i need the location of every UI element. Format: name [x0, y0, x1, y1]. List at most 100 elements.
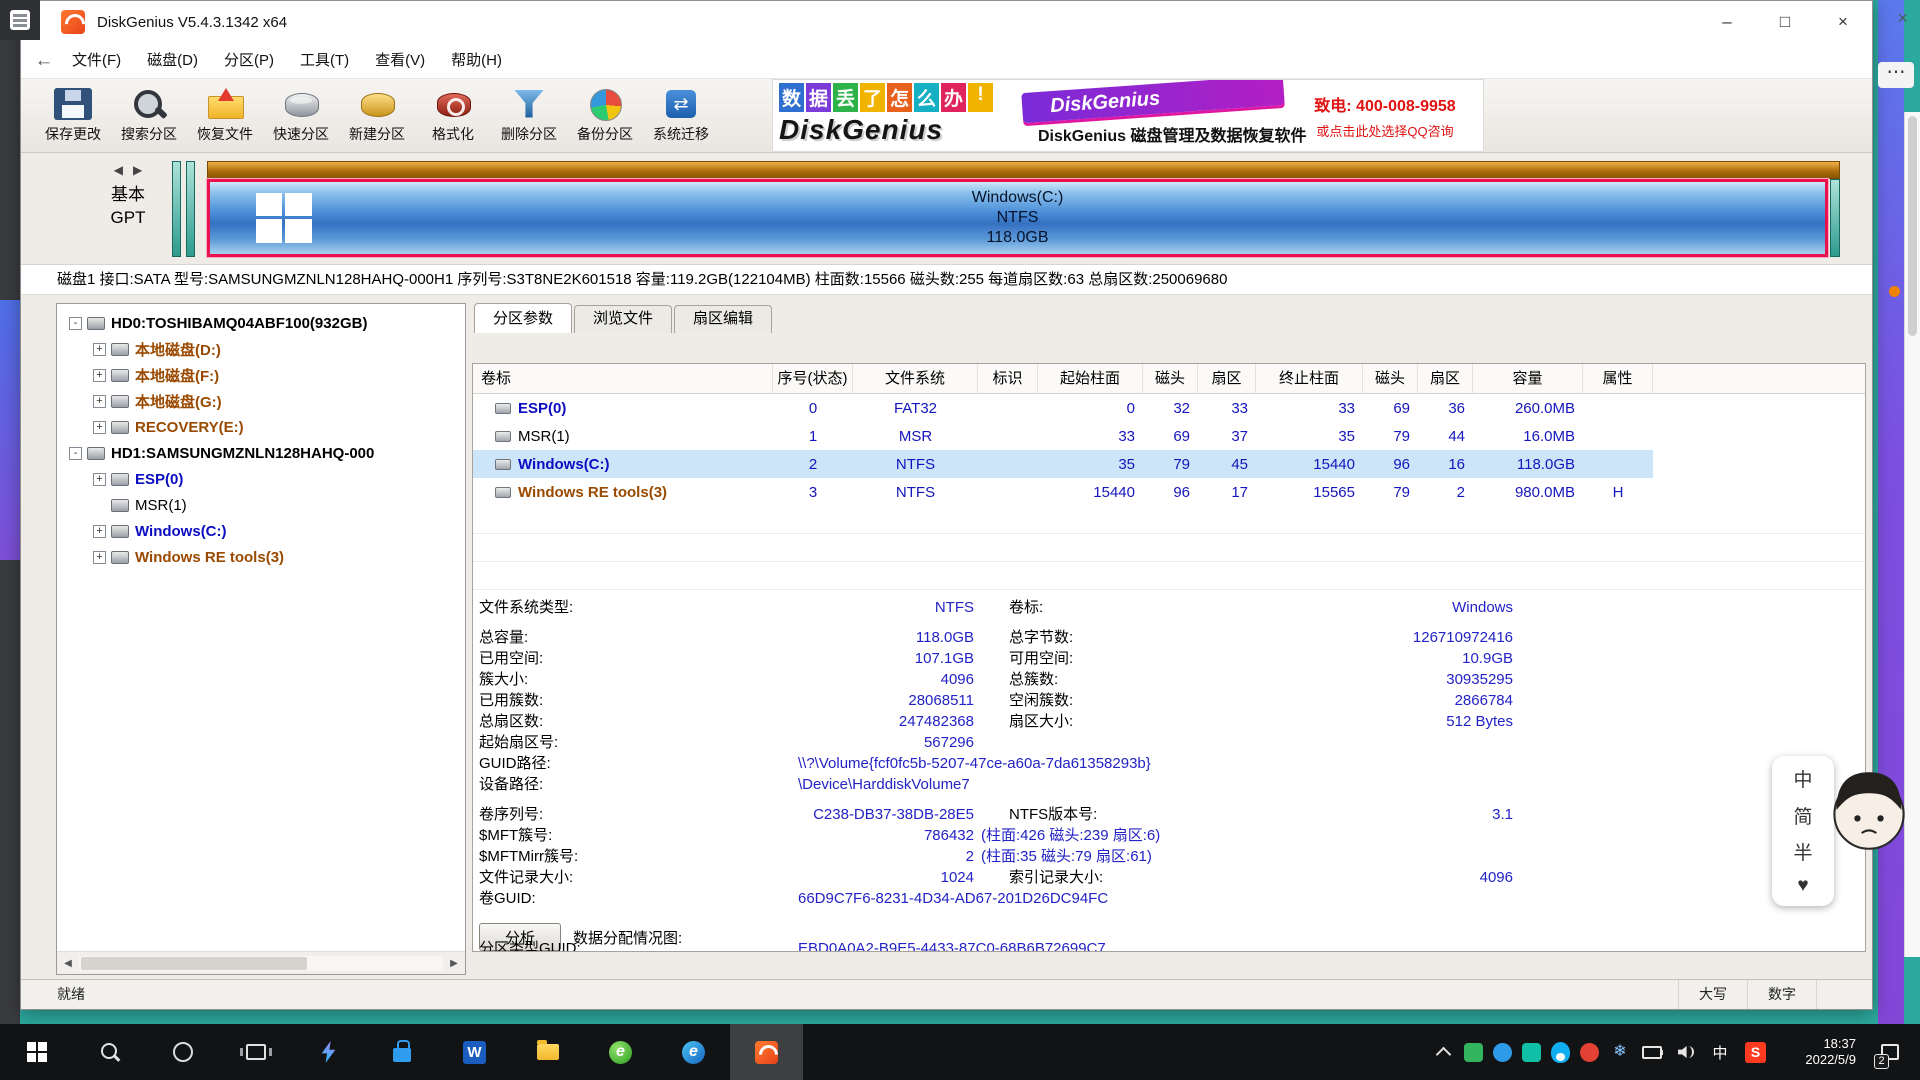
partition-windows-c-bar[interactable]: Windows(C:) NTFS 118.0GB: [207, 179, 1828, 257]
toolbar-button-backup[interactable]: 备份分区: [567, 79, 643, 152]
menu-item[interactable]: 帮助(H): [438, 44, 515, 78]
table-header-cell[interactable]: 序号(状态): [773, 364, 853, 393]
tree-hscrollbar[interactable]: ◀ ▶: [57, 951, 465, 974]
back-arrow-icon[interactable]: ←: [29, 50, 59, 72]
tab[interactable]: 扇区编辑: [674, 305, 772, 333]
toolbar-button-recover[interactable]: 恢复文件: [187, 79, 263, 152]
taskbar-app-word[interactable]: W: [438, 1024, 511, 1080]
toolbar-button-save[interactable]: 保存更改: [35, 79, 111, 152]
taskbar-app-explorer[interactable]: [511, 1024, 584, 1080]
toolbar-button-format[interactable]: 格式化: [415, 79, 491, 152]
table-header-cell[interactable]: 扇区: [1418, 364, 1473, 393]
menu-item[interactable]: 文件(F): [59, 44, 134, 78]
partition-row[interactable]: MSR(1) 1 MSR 33 69 37 35 79 44 16.0MB: [473, 422, 1653, 450]
input-method-state[interactable]: 半: [1793, 838, 1812, 865]
toolbar-button-new[interactable]: 新建分区: [339, 79, 415, 152]
tray-icon-qq[interactable]: [1551, 1042, 1570, 1063]
tree-item[interactable]: + Windows RE tools(3): [57, 544, 465, 570]
tray-icon-appgreen[interactable]: [1464, 1043, 1483, 1062]
tray-icon-battery[interactable]: [1641, 1041, 1663, 1063]
expand-toggle-icon[interactable]: +: [93, 551, 106, 564]
tray-icon-volume[interactable]: [1673, 1041, 1695, 1063]
taskbar-app-lightning[interactable]: [292, 1024, 365, 1080]
table-header-cell[interactable]: 扇区: [1198, 364, 1256, 393]
taskbar-app-tsearch[interactable]: [73, 1024, 146, 1080]
scrollbar-thumb[interactable]: [1908, 116, 1917, 336]
menu-item[interactable]: 分区(P): [211, 44, 287, 78]
taskbar-app-taskview[interactable]: [219, 1024, 292, 1080]
taskbar-app-diskgenius[interactable]: [730, 1024, 803, 1080]
minimize-button[interactable]: –: [1698, 1, 1756, 43]
partition-re-tools-bar[interactable]: [1830, 179, 1840, 257]
tree-item[interactable]: + 本地磁盘(F:): [57, 362, 465, 388]
taskbar-app-store[interactable]: [365, 1024, 438, 1080]
tab[interactable]: 浏览文件: [574, 305, 672, 333]
sogou-icon[interactable]: S: [1745, 1042, 1766, 1063]
expand-toggle-icon[interactable]: +: [93, 395, 106, 408]
ad-qq-link[interactable]: 或点击此处选择QQ咨询: [1287, 121, 1483, 140]
menu-item[interactable]: 查看(V): [362, 44, 438, 78]
ad-banner[interactable]: 数据丢了怎么办! DiskGenius DiskGenius DiskGeniu…: [772, 79, 1484, 152]
scroll-left-icon[interactable]: ◀: [57, 958, 79, 969]
menu-item[interactable]: 工具(T): [287, 44, 362, 78]
title-bar[interactable]: DiskGenius V5.4.3.1342 x64 – □ ×: [21, 1, 1872, 43]
taskbar-app-start[interactable]: [0, 1024, 73, 1080]
close-button[interactable]: ×: [1814, 1, 1872, 43]
scroll-thumb[interactable]: [81, 957, 307, 970]
menu-item[interactable]: 磁盘(D): [134, 44, 211, 78]
partition-row[interactable]: Windows(C:) 2 NTFS 35 79 45 15440 96 16 …: [473, 450, 1653, 478]
input-method-state[interactable]: ♥: [1797, 875, 1808, 897]
taskbar-app-cortana[interactable]: [146, 1024, 219, 1080]
partition-row[interactable]: Windows RE tools(3) 3 NTFS 15440 96 17 1…: [473, 478, 1653, 506]
partition-esp-mini-bar[interactable]: [172, 161, 181, 257]
input-method-state[interactable]: 简: [1793, 802, 1812, 829]
expand-toggle-icon[interactable]: -: [69, 447, 82, 460]
expand-toggle-icon[interactable]: +: [93, 525, 106, 538]
tree-item[interactable]: - HD1:SAMSUNGMZNLN128HAHQ-000: [57, 440, 465, 466]
table-header-cell[interactable]: 属性: [1583, 364, 1653, 393]
table-header-cell[interactable]: 磁头: [1143, 364, 1198, 393]
tray-icon-appred[interactable]: [1580, 1043, 1599, 1062]
tree-item[interactable]: + 本地磁盘(G:): [57, 388, 465, 414]
overflow-menu-icon[interactable]: ⋯: [1878, 62, 1914, 88]
tree-item[interactable]: + RECOVERY(E:): [57, 414, 465, 440]
tree-item[interactable]: + Windows(C:): [57, 518, 465, 544]
table-header-cell[interactable]: 卷标: [473, 364, 773, 393]
tree-item[interactable]: MSR(1): [57, 492, 465, 518]
input-method-bar[interactable]: 中简半 ♥: [1772, 756, 1834, 906]
expand-toggle-icon[interactable]: +: [93, 421, 106, 434]
taskbar-app-greenbrowser[interactable]: e: [584, 1024, 657, 1080]
scroll-right-icon[interactable]: ▶: [443, 958, 465, 969]
action-center-button[interactable]: 2: [1866, 1024, 1914, 1080]
table-header-cell[interactable]: 文件系统: [853, 364, 978, 393]
taskbar-app-edge[interactable]: e: [657, 1024, 730, 1080]
maximize-button[interactable]: □: [1756, 1, 1814, 43]
expand-toggle-icon[interactable]: +: [93, 343, 106, 356]
expand-toggle-icon[interactable]: -: [69, 317, 82, 330]
input-method-state[interactable]: 中: [1793, 765, 1812, 792]
nav-left-icon[interactable]: ◀: [114, 163, 123, 177]
mascot-face[interactable]: [1830, 766, 1908, 859]
table-header-cell[interactable]: 起始柱面: [1038, 364, 1143, 393]
tray-icon-chevron[interactable]: [1432, 1041, 1454, 1063]
toolbar-button-del[interactable]: 删除分区: [491, 79, 567, 152]
partition-msr-mini-bar[interactable]: [186, 161, 195, 257]
table-header-cell[interactable]: 终止柱面: [1256, 364, 1363, 393]
table-header-cell[interactable]: 容量: [1473, 364, 1583, 393]
input-language-indicator[interactable]: 中: [1705, 1042, 1735, 1063]
ad-contact[interactable]: 致电: 400-008-9958 或点击此处选择QQ咨询: [1287, 80, 1483, 151]
background-window-icon[interactable]: [0, 0, 40, 40]
tray-icon-appblue[interactable]: [1493, 1043, 1512, 1062]
nav-right-icon[interactable]: ▶: [133, 163, 142, 177]
toolbar-button-migrate[interactable]: 系统迁移: [643, 79, 719, 152]
background-close-icon[interactable]: ×: [1897, 8, 1908, 29]
tree-item[interactable]: + 本地磁盘(D:): [57, 336, 465, 362]
tray-icon-appteal[interactable]: [1522, 1043, 1541, 1062]
expand-toggle-icon[interactable]: +: [93, 369, 106, 382]
tree-item[interactable]: + ESP(0): [57, 466, 465, 492]
toolbar-button-quick[interactable]: 快速分区: [263, 79, 339, 152]
partition-row[interactable]: ESP(0) 0 FAT32 0 32 33 33 69 36 260.0MB: [473, 394, 1653, 422]
tree-item[interactable]: - HD0:TOSHIBAMQ04ABF100(932GB): [57, 310, 465, 336]
table-header-cell[interactable]: 磁头: [1363, 364, 1418, 393]
tray-icon-snowflake[interactable]: ❄: [1609, 1041, 1631, 1063]
